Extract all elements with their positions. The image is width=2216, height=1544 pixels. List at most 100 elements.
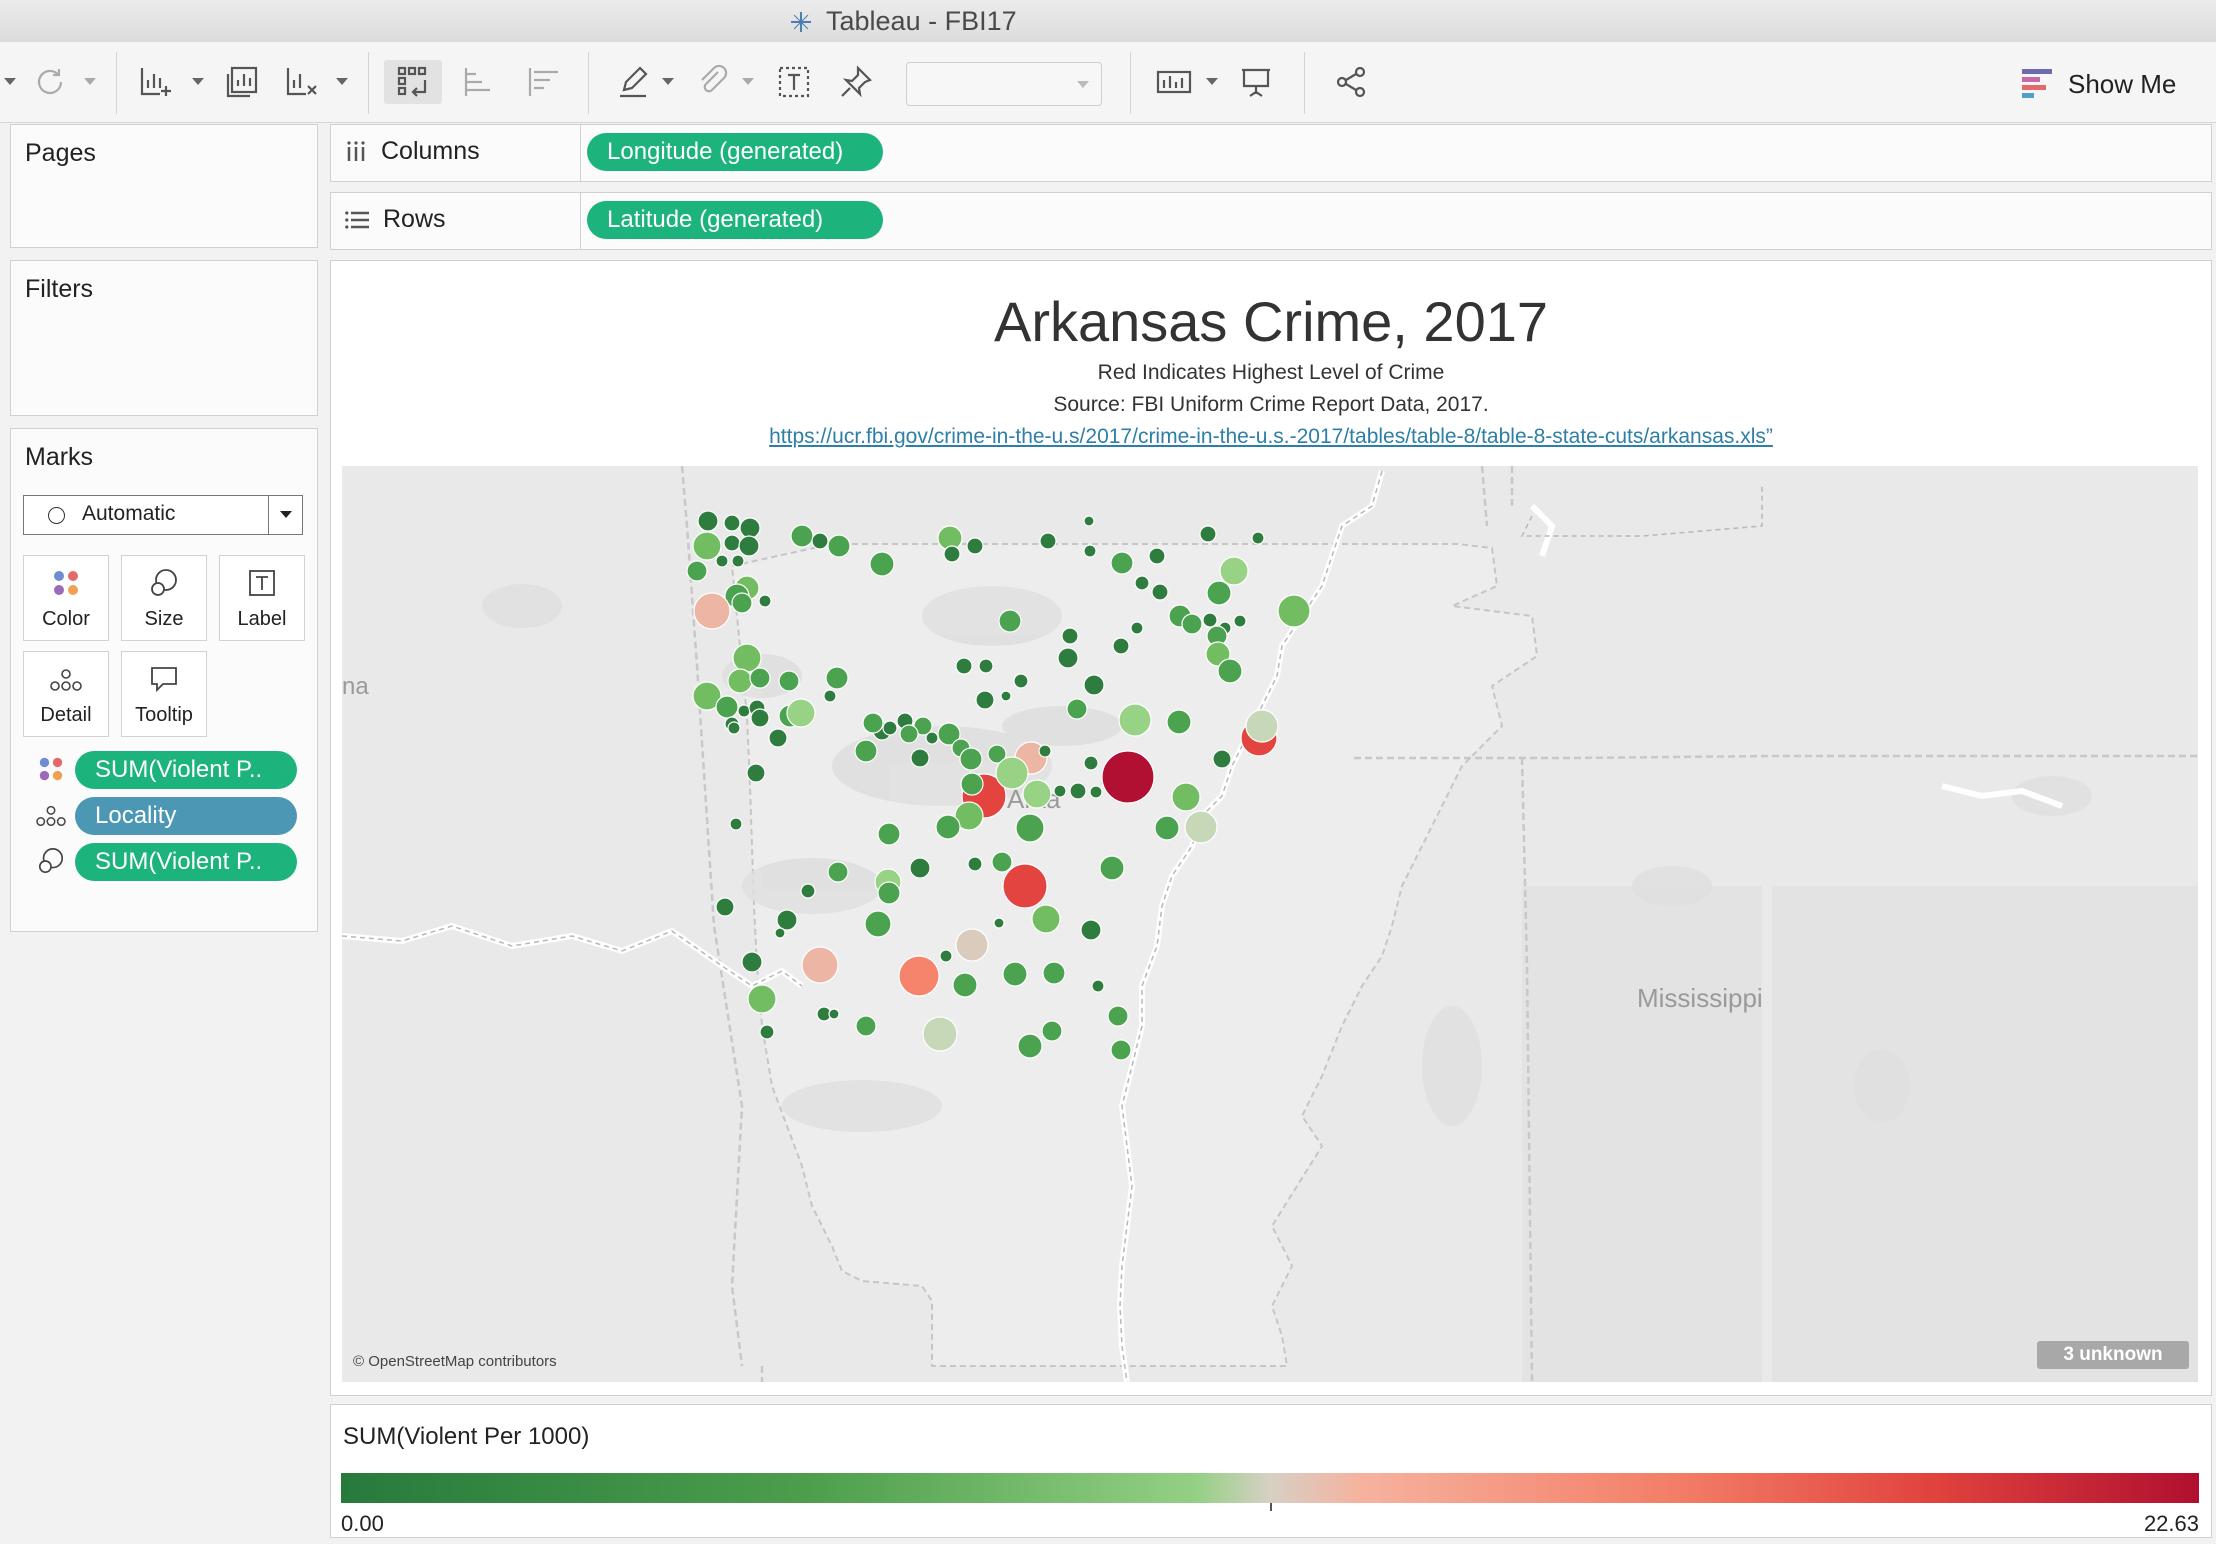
tooltip-button[interactable]: Tooltip	[121, 651, 207, 737]
locality-mark[interactable]	[823, 689, 837, 703]
sort-ascending-icon[interactable]	[456, 60, 500, 104]
locality-mark[interactable]	[1022, 779, 1052, 809]
locality-mark[interactable]	[955, 928, 989, 962]
locality-mark[interactable]	[882, 720, 898, 736]
locality-mark[interactable]	[998, 609, 1022, 633]
locality-mark[interactable]	[1148, 547, 1166, 565]
locality-mark[interactable]	[1245, 709, 1279, 743]
sort-descending-icon[interactable]	[520, 60, 564, 104]
locality-mark[interactable]	[959, 747, 983, 771]
locality-mark[interactable]	[693, 592, 731, 630]
locality-mark[interactable]	[1202, 612, 1218, 628]
locality-mark[interactable]	[1041, 1020, 1063, 1042]
locality-mark[interactable]	[991, 851, 1013, 873]
locality-mark[interactable]	[1277, 594, 1311, 628]
locality-mark[interactable]	[739, 517, 761, 539]
locality-mark[interactable]	[686, 560, 708, 582]
locality-mark[interactable]	[978, 658, 994, 674]
chevron-down-icon[interactable]	[4, 78, 16, 85]
duplicate-sheet-icon[interactable]	[220, 60, 264, 104]
columns-shelf[interactable]: Columns Longitude (generated)	[330, 124, 2212, 182]
longitude-pill[interactable]: Longitude (generated)	[587, 133, 883, 171]
color-legend[interactable]: SUM(Violent Per 1000) 0.00 22.63	[330, 1404, 2212, 1538]
locality-mark[interactable]	[776, 909, 798, 931]
locality-mark[interactable]	[731, 592, 753, 614]
locality-mark[interactable]	[993, 917, 1005, 929]
locality-mark[interactable]	[877, 881, 901, 905]
presentation-icon[interactable]	[1234, 60, 1278, 104]
locality-mark[interactable]	[790, 524, 814, 548]
locality-mark[interactable]	[855, 1015, 877, 1037]
refresh-icon[interactable]	[28, 60, 72, 104]
locality-mark[interactable]	[759, 1024, 775, 1040]
locality-mark[interactable]	[1057, 647, 1079, 669]
locality-mark[interactable]	[715, 554, 729, 568]
locality-mark[interactable]	[732, 643, 762, 673]
locality-mark[interactable]	[1039, 532, 1057, 550]
locality-mark[interactable]	[692, 531, 722, 561]
locality-mark[interactable]	[1130, 621, 1144, 635]
show-me-button[interactable]: Show Me	[2022, 66, 2176, 102]
locality-mark[interactable]	[1206, 580, 1232, 606]
locality-mark[interactable]	[723, 534, 741, 552]
chevron-down-icon[interactable]	[742, 78, 754, 85]
locality-mark[interactable]	[862, 712, 884, 734]
locality-mark[interactable]	[768, 728, 788, 748]
clear-sheet-icon[interactable]	[280, 60, 324, 104]
locality-mark[interactable]	[723, 514, 741, 532]
group-icon[interactable]	[690, 60, 734, 104]
locality-mark[interactable]	[697, 510, 719, 532]
locality-mark[interactable]	[854, 739, 878, 763]
chevron-down-icon[interactable]	[1206, 78, 1218, 85]
locality-mark[interactable]	[737, 704, 751, 718]
color-field-pill[interactable]: SUM(Violent P..	[75, 751, 297, 789]
locality-mark[interactable]	[943, 545, 961, 563]
locality-mark[interactable]	[747, 984, 777, 1014]
mark-type-dropdown[interactable]: Automatic	[23, 495, 303, 535]
locality-mark[interactable]	[1053, 784, 1067, 798]
locality-mark[interactable]	[960, 772, 984, 796]
locality-mark[interactable]	[1118, 703, 1152, 737]
locality-mark[interactable]	[811, 532, 829, 550]
locality-mark[interactable]	[715, 897, 735, 917]
label-icon[interactable]	[772, 60, 816, 104]
locality-mark[interactable]	[1112, 637, 1130, 655]
locality-mark[interactable]	[1031, 904, 1061, 934]
locality-mark[interactable]	[1212, 749, 1232, 769]
locality-mark[interactable]	[925, 731, 939, 745]
pin-icon[interactable]	[834, 60, 878, 104]
locality-mark[interactable]	[727, 668, 753, 694]
locality-mark[interactable]	[1251, 531, 1265, 545]
locality-mark[interactable]	[1151, 583, 1169, 601]
locality-mark[interactable]	[1181, 613, 1203, 635]
locality-mark[interactable]	[899, 724, 919, 744]
share-icon[interactable]	[1330, 60, 1374, 104]
locality-mark[interactable]	[955, 657, 973, 675]
locality-mark[interactable]	[898, 955, 940, 997]
size-field-pill[interactable]: SUM(Violent P..	[75, 843, 297, 881]
locality-mark[interactable]	[1110, 1039, 1132, 1061]
fit-dropdown[interactable]	[906, 62, 1102, 106]
locality-mark[interactable]	[741, 951, 763, 973]
locality-mark[interactable]	[967, 856, 983, 872]
filters-card[interactable]: Filters	[10, 260, 318, 416]
highlight-icon[interactable]	[612, 60, 656, 104]
unknown-locations-badge[interactable]: 3 unknown	[2037, 1341, 2189, 1369]
source-link[interactable]: https://ucr.fbi.gov/crime-in-the-u.s/201…	[769, 425, 1773, 448]
chevron-down-icon[interactable]	[336, 78, 348, 85]
locality-mark[interactable]	[1083, 674, 1105, 696]
map-canvas[interactable]: na Arka Mississippi	[342, 466, 2198, 1382]
locality-mark[interactable]	[869, 551, 895, 577]
locality-mark[interactable]	[1013, 673, 1029, 689]
fit-icon[interactable]	[1152, 60, 1196, 104]
locality-mark[interactable]	[778, 670, 800, 692]
locality-mark[interactable]	[939, 949, 953, 963]
locality-mark[interactable]	[731, 554, 745, 568]
locality-mark[interactable]	[827, 861, 849, 883]
locality-mark[interactable]	[1134, 575, 1150, 591]
locality-mark[interactable]	[909, 857, 931, 879]
locality-mark[interactable]	[774, 927, 786, 939]
locality-mark[interactable]	[1000, 690, 1012, 702]
locality-mark[interactable]	[1038, 744, 1052, 758]
locality-mark[interactable]	[935, 814, 961, 840]
